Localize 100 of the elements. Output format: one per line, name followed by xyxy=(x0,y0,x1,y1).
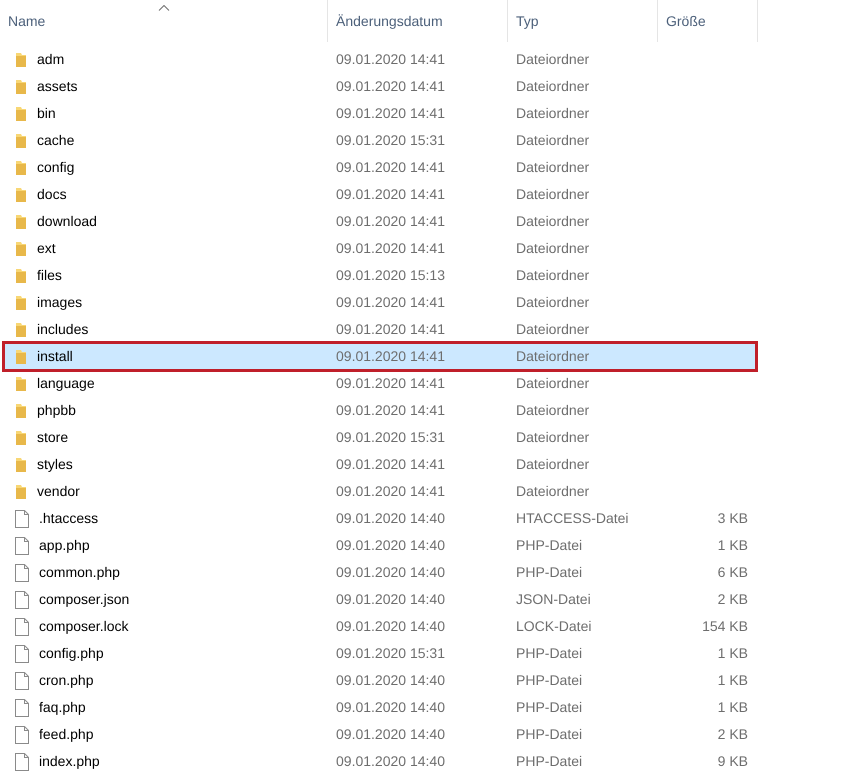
folder-icon xyxy=(15,214,27,230)
file-name: cron.php xyxy=(39,671,94,690)
file-size: 3 KB xyxy=(718,509,748,528)
folder-icon xyxy=(15,430,27,446)
file-type: Dateiordner xyxy=(516,213,590,229)
file-icon xyxy=(15,536,29,554)
file-type: PHP-Datei xyxy=(516,699,582,715)
file-type: LOCK-Datei xyxy=(516,618,592,634)
file-row[interactable]: assets 09.01.2020 14:41 Dateiordner xyxy=(4,73,756,100)
file-type: Dateiordner xyxy=(516,402,590,418)
file-name: index.php xyxy=(39,752,100,771)
modified-date: 09.01.2020 14:41 xyxy=(336,240,445,256)
file-row[interactable]: .htaccess 09.01.2020 14:40 HTACCESS-Datei 3 KB xyxy=(4,505,756,532)
file-name: files xyxy=(37,266,62,285)
file-icon xyxy=(15,698,29,716)
modified-date: 09.01.2020 14:40 xyxy=(336,591,445,607)
file-row[interactable]: cron.php 09.01.2020 14:40 PHP-Datei 1 KB xyxy=(4,667,756,694)
file-name: store xyxy=(37,428,68,447)
file-name: phpbb xyxy=(37,401,76,420)
file-row[interactable]: adm 09.01.2020 14:41 Dateiordner xyxy=(4,46,756,73)
file-row[interactable]: ext 09.01.2020 14:41 Dateiordner xyxy=(4,235,756,262)
modified-date: 09.01.2020 14:41 xyxy=(336,402,445,418)
file-name: app.php xyxy=(39,536,90,555)
file-row[interactable]: styles 09.01.2020 14:41 Dateiordner xyxy=(4,451,756,478)
modified-date: 09.01.2020 14:40 xyxy=(336,618,445,634)
modified-date: 09.01.2020 14:41 xyxy=(336,483,445,499)
file-icon xyxy=(15,752,29,770)
file-type: PHP-Datei xyxy=(516,537,582,553)
file-row[interactable]: composer.json 09.01.2020 14:40 JSON-Datei 2 KB xyxy=(4,586,756,613)
modified-date: 09.01.2020 14:41 xyxy=(336,375,445,391)
folder-icon xyxy=(15,294,27,310)
modified-date: 09.01.2020 14:41 xyxy=(336,456,445,472)
file-type: Dateiordner xyxy=(516,321,590,337)
folder-icon xyxy=(15,484,27,500)
column-header[interactable]: Größe xyxy=(658,0,758,42)
modified-date: 09.01.2020 14:40 xyxy=(336,537,445,553)
file-type: Dateiordner xyxy=(516,240,590,256)
modified-date: 09.01.2020 14:41 xyxy=(336,51,445,67)
modified-date: 09.01.2020 14:40 xyxy=(336,564,445,580)
file-row[interactable]: index.php 09.01.2020 14:40 PHP-Datei 9 KB xyxy=(4,748,756,773)
file-row[interactable]: files 09.01.2020 15:13 Dateiordner xyxy=(4,262,756,289)
file-icon xyxy=(15,590,29,608)
file-row[interactable]: common.php 09.01.2020 14:40 PHP-Datei 6 KB xyxy=(4,559,756,586)
modified-date: 09.01.2020 14:41 xyxy=(336,186,445,202)
file-icon xyxy=(15,726,29,744)
file-name: cache xyxy=(37,131,74,150)
file-row[interactable]: bin 09.01.2020 14:41 Dateiordner xyxy=(4,100,756,127)
folder-icon xyxy=(15,376,27,392)
modified-date: 09.01.2020 14:40 xyxy=(336,672,445,688)
file-type: Dateiordner xyxy=(516,375,590,391)
file-type: JSON-Datei xyxy=(516,591,591,607)
file-row[interactable]: vendor 09.01.2020 14:41 Dateiordner xyxy=(4,478,756,505)
file-row[interactable]: images 09.01.2020 14:41 Dateiordner xyxy=(4,289,756,316)
file-name: config xyxy=(37,158,74,177)
column-header[interactable]: Änderungsdatum xyxy=(328,0,508,42)
file-size: 6 KB xyxy=(718,563,748,582)
file-type: PHP-Datei xyxy=(516,726,582,742)
file-row[interactable]: composer.lock 09.01.2020 14:40 LOCK-Datei 154 KB xyxy=(4,613,756,640)
column-header[interactable]: Name xyxy=(0,0,328,42)
file-row[interactable]: docs 09.01.2020 14:41 Dateiordner xyxy=(4,181,756,208)
file-icon xyxy=(15,510,29,528)
file-row[interactable]: app.php 09.01.2020 14:40 PHP-Datei 1 KB xyxy=(4,532,756,559)
file-icon xyxy=(15,672,29,690)
file-name: images xyxy=(37,293,82,312)
file-row[interactable]: download 09.01.2020 14:41 Dateiordner xyxy=(4,208,756,235)
file-row[interactable]: language 09.01.2020 14:41 Dateiordner xyxy=(4,370,756,397)
modified-date: 09.01.2020 14:41 xyxy=(336,159,445,175)
file-type: Dateiordner xyxy=(516,348,590,364)
file-row[interactable]: feed.php 09.01.2020 14:40 PHP-Datei 2 KB xyxy=(4,721,756,748)
file-icon xyxy=(15,564,29,582)
file-name: feed.php xyxy=(39,725,94,744)
file-type: Dateiordner xyxy=(516,105,590,121)
file-row[interactable]: store 09.01.2020 15:31 Dateiordner xyxy=(4,424,756,451)
file-icon xyxy=(15,644,29,662)
file-size: 1 KB xyxy=(718,671,748,690)
file-size: 9 KB xyxy=(718,752,748,771)
file-size: 2 KB xyxy=(718,725,748,744)
file-type: Dateiordner xyxy=(516,429,590,445)
file-name: install xyxy=(37,347,73,366)
file-row[interactable]: phpbb 09.01.2020 14:41 Dateiordner xyxy=(4,397,756,424)
file-row[interactable]: install 09.01.2020 14:41 Dateiordner xyxy=(4,343,756,370)
file-name: composer.json xyxy=(39,590,130,609)
column-header[interactable]: Typ xyxy=(508,0,658,42)
file-size: 1 KB xyxy=(718,698,748,717)
modified-date: 09.01.2020 14:41 xyxy=(336,213,445,229)
file-row[interactable]: config 09.01.2020 14:41 Dateiordner xyxy=(4,154,756,181)
file-type: Dateiordner xyxy=(516,132,590,148)
file-type: Dateiordner xyxy=(516,294,590,310)
file-type: Dateiordner xyxy=(516,51,590,67)
file-name: styles xyxy=(37,455,73,474)
file-name: faq.php xyxy=(39,698,86,717)
file-type: Dateiordner xyxy=(516,159,590,175)
file-type: HTACCESS-Datei xyxy=(516,510,629,526)
folder-icon xyxy=(15,348,27,364)
file-type: Dateiordner xyxy=(516,186,590,202)
file-name: composer.lock xyxy=(39,617,128,636)
file-row[interactable]: cache 09.01.2020 15:31 Dateiordner xyxy=(4,127,756,154)
file-row[interactable]: config.php 09.01.2020 15:31 PHP-Datei 1 KB xyxy=(4,640,756,667)
file-row[interactable]: includes 09.01.2020 14:41 Dateiordner xyxy=(4,316,756,343)
file-row[interactable]: faq.php 09.01.2020 14:40 PHP-Datei 1 KB xyxy=(4,694,756,721)
